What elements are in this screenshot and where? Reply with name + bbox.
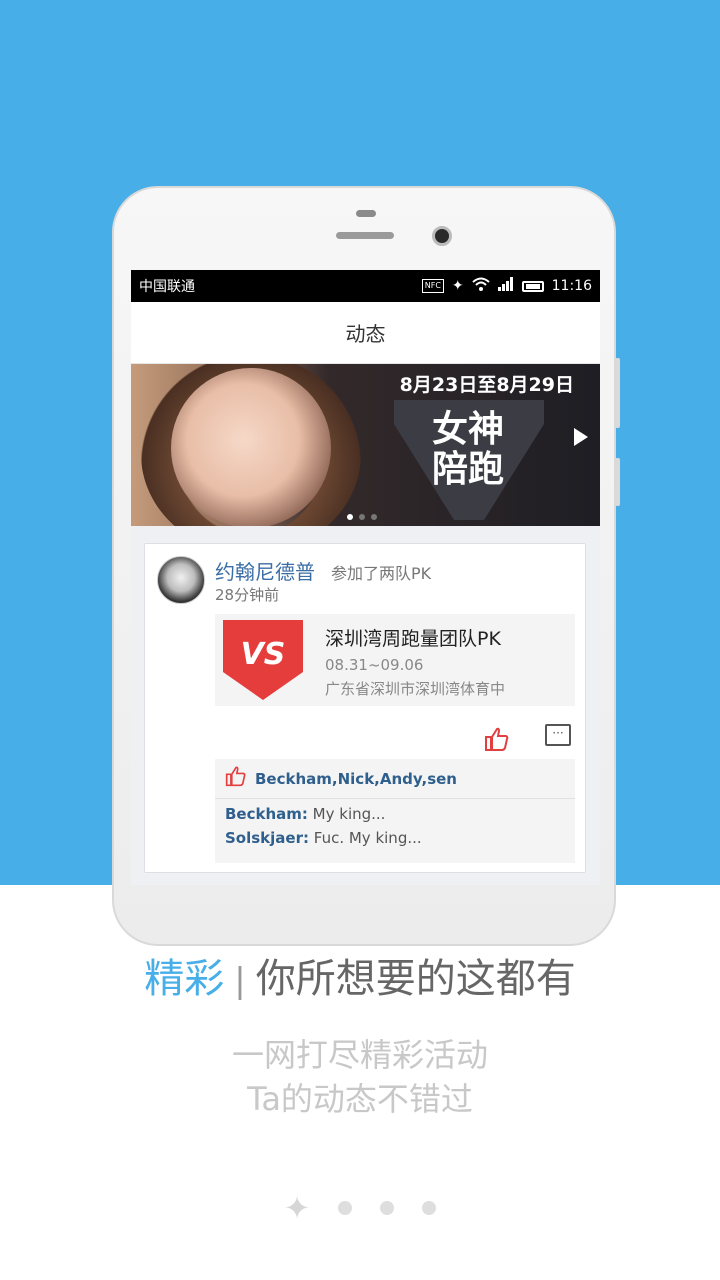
phone-camera [432,226,452,246]
event-location: 广东省深圳市深圳湾体育中 [325,680,506,698]
liked-by-names[interactable]: Beckham,Nick,Andy,sen [255,770,457,788]
phone-speaker [336,232,394,239]
comment-icon: ··· [552,726,564,740]
banner-dot [347,514,353,520]
likes-row: Beckham,Nick,Andy,sen [215,759,575,799]
event-title: 深圳湾周跑量团队PK [325,628,501,650]
thumbs-up-icon [225,765,255,792]
avatar[interactable] [157,556,205,604]
caption-subtitle-1: 一网打尽精彩活动 [231,1036,488,1074]
comment-item: Beckham: My king... [215,805,575,823]
clock-label: 11:16 [551,278,592,294]
caption-accent: 精彩 [144,956,225,1002]
caption-subtitle-2: Ta的动态不错过 [247,1080,473,1118]
onboarding-pager: ✦ [0,1192,720,1224]
status-icons: NFC ✦ 11:16 [421,277,592,295]
likes-comments-panel: Beckham,Nick,Andy,sen Beckham: My king..… [215,759,575,863]
pager-dot[interactable] [380,1201,395,1215]
comment-text: Fuc. My king... [309,829,422,847]
signal-icon [497,277,514,295]
user-name[interactable]: 约翰尼德普 [215,556,315,585]
caption-headline: 精彩 | 你所想要的这都有 [0,946,720,1004]
event-date: 08.31~09.06 [325,656,424,674]
post-time: 28分钟前 [215,586,280,604]
page-title: 动态 [345,322,386,346]
phone-screen: 中国联通 NFC ✦ 11:16 动态 8月23日至8月29日 女神陪跑 约翰尼… [131,270,600,885]
comment-author[interactable]: Beckham: [225,805,308,823]
banner-dot [359,514,365,520]
phone-sensor [356,210,376,217]
play-icon[interactable] [574,428,588,446]
status-bar: 中国联通 NFC ✦ 11:16 [131,270,600,302]
comment-author[interactable]: Solskjaer: [225,829,309,847]
banner-title: 女神陪跑 [431,409,504,490]
app-bar: 动态 [131,302,600,364]
vibrate-icon: ✦ [451,278,464,294]
wifi-icon [471,277,490,295]
banner-date: 8月23日至8月29日 [399,374,574,396]
feed-card: 约翰尼德普 参加了两队PK 28分钟前 VS 深圳湾周跑量团队PK 08.31~… [144,543,586,873]
banner-dot [371,514,377,520]
caption-divider: | [234,961,246,1001]
nfc-icon: NFC [421,279,444,293]
pager-dot[interactable] [422,1201,437,1215]
phone-power-button [615,458,620,506]
promo-banner[interactable]: 8月23日至8月29日 女神陪跑 [131,364,600,526]
banner-portrait [171,368,331,526]
like-button[interactable] [483,726,511,754]
comment-text: My king... [307,805,386,823]
phone-volume-button [615,358,620,428]
comment-item: Solskjaer: Fuc. My king... [215,829,575,847]
comment-button[interactable]: ··· [545,724,571,746]
pager-active-star-icon[interactable]: ✦ [284,1192,311,1224]
activity-text: 参加了两队PK [331,564,432,583]
battery-icon [521,280,544,292]
vs-badge-icon: VS [223,620,303,700]
event-link[interactable]: VS 深圳湾周跑量团队PK 08.31~09.06 广东省深圳市深圳湾体育中 [215,614,575,706]
carrier-label: 中国联通 [139,279,195,295]
thumbs-up-icon [485,727,509,751]
pager-dot[interactable] [338,1201,353,1215]
banner-indicator [347,514,377,520]
caption-headline-text: 你所想要的这都有 [255,956,576,1002]
